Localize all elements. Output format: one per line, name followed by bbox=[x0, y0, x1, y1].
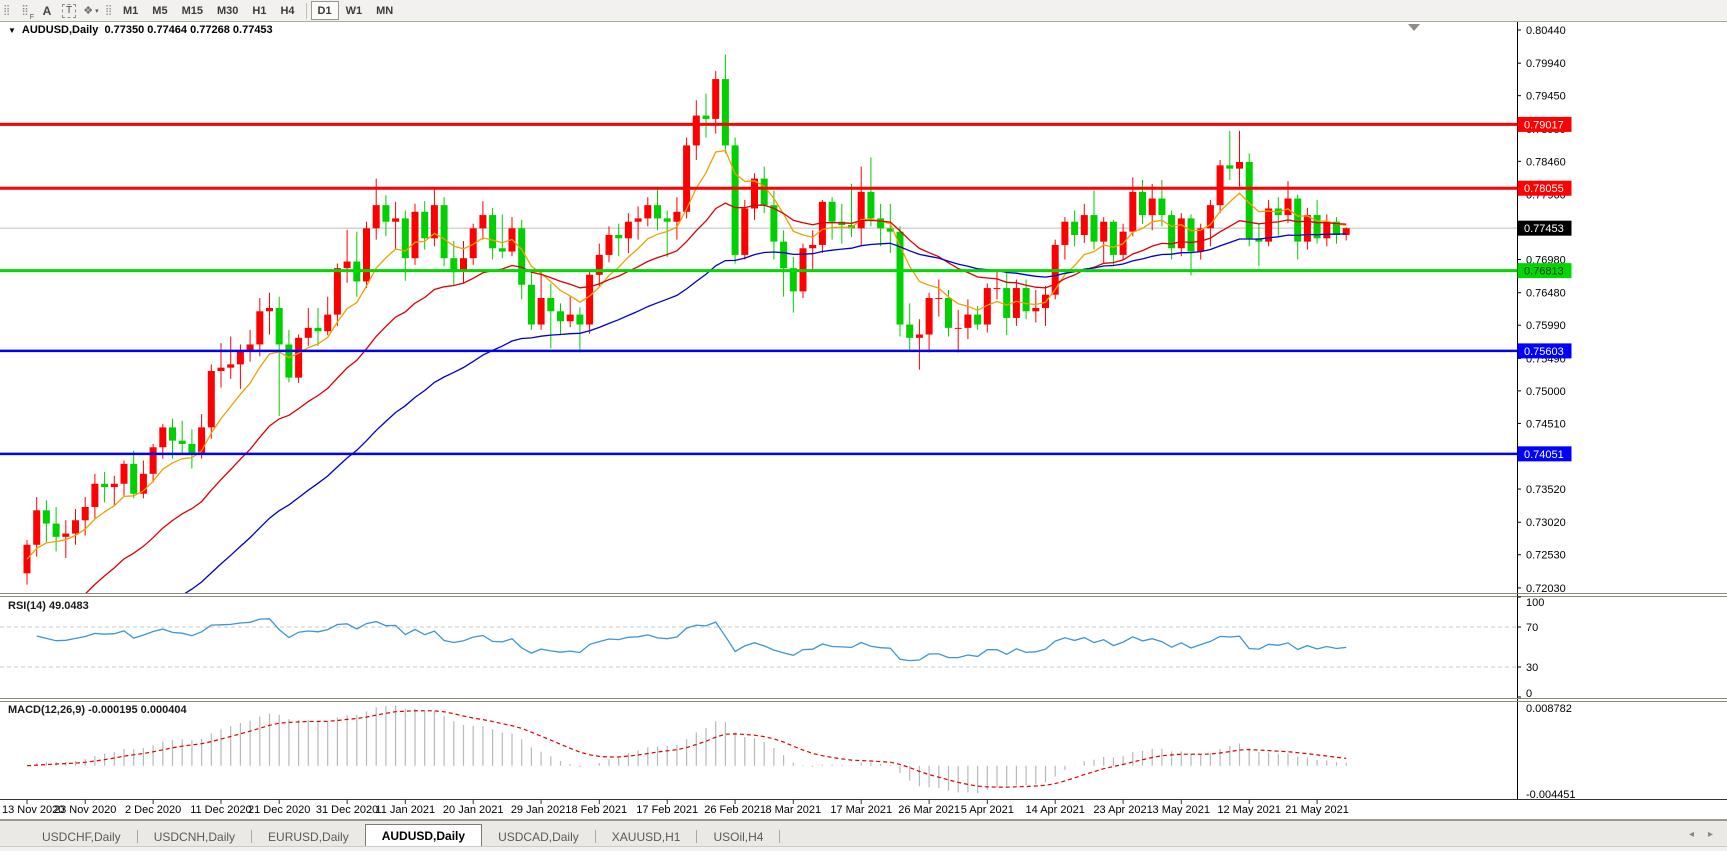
svg-text:26 Mar 2021: 26 Mar 2021 bbox=[898, 804, 960, 816]
chart-tab-usdcad[interactable]: USDCAD,Daily bbox=[482, 826, 595, 847]
svg-text:0.74510: 0.74510 bbox=[1526, 418, 1566, 430]
svg-text:70: 70 bbox=[1526, 622, 1538, 634]
toolbar-grip-icon[interactable]: ⣿ bbox=[105, 4, 113, 18]
svg-text:0.79450: 0.79450 bbox=[1526, 91, 1566, 103]
chart-tab-audusd[interactable]: AUDUSD,Daily bbox=[364, 824, 483, 847]
svg-text:23 Nov 2020: 23 Nov 2020 bbox=[54, 804, 116, 816]
svg-text:31 Dec 2020: 31 Dec 2020 bbox=[316, 804, 378, 816]
svg-text:0.78055: 0.78055 bbox=[1524, 183, 1564, 195]
chart-tab-eurusd[interactable]: EURUSD,Daily bbox=[252, 826, 365, 847]
tab-scroll-right-icon[interactable]: ▸ bbox=[1708, 829, 1713, 840]
arrows-icon: ❖ bbox=[83, 5, 94, 17]
macd-indicator-label: MACD(12,26,9) -0.000195 0.000404 bbox=[8, 704, 187, 716]
svg-text:2 Dec 2020: 2 Dec 2020 bbox=[125, 804, 181, 816]
timeframe-button-d1[interactable]: D1 bbox=[310, 1, 339, 20]
svg-text:0.74051: 0.74051 bbox=[1524, 449, 1564, 461]
ohlc-values: 0.77350 0.77464 0.77268 0.77453 bbox=[104, 24, 273, 36]
svg-text:0.75603: 0.75603 bbox=[1524, 346, 1564, 358]
svg-text:20 Jan 2021: 20 Jan 2021 bbox=[443, 804, 504, 816]
svg-text:14 Apr 2021: 14 Apr 2021 bbox=[1026, 804, 1085, 816]
text-box-button[interactable]: T bbox=[59, 2, 79, 20]
tab-scroll-controls: ◂ ▸ bbox=[1689, 821, 1727, 847]
svg-text:0.77453: 0.77453 bbox=[1524, 223, 1564, 235]
svg-text:23 Apr 2021: 23 Apr 2021 bbox=[1093, 804, 1152, 816]
timeframe-button-mn[interactable]: MN bbox=[369, 1, 400, 20]
chart-tab-usdcnh[interactable]: USDCNH,Daily bbox=[138, 826, 251, 847]
svg-text:30: 30 bbox=[1526, 662, 1538, 674]
svg-text:8 Feb 2021: 8 Feb 2021 bbox=[571, 804, 627, 816]
svg-text:21 Dec 2020: 21 Dec 2020 bbox=[248, 804, 310, 816]
svg-text:29 Jan 2021: 29 Jan 2021 bbox=[511, 804, 572, 816]
svg-text:3 May 2021: 3 May 2021 bbox=[1153, 804, 1210, 816]
symbol-dropdown-icon[interactable]: ▼ bbox=[8, 26, 16, 35]
toolbar-grip-icon[interactable]: ⣿ bbox=[3, 4, 11, 18]
svg-text:0.72530: 0.72530 bbox=[1526, 550, 1566, 562]
grid-f-label: F bbox=[29, 13, 34, 21]
timeframe-button-m1[interactable]: M1 bbox=[116, 1, 145, 20]
svg-text:0.80440: 0.80440 bbox=[1526, 25, 1566, 37]
chart-tab-usoil[interactable]: USOil,H4 bbox=[697, 826, 779, 847]
mt4-window: ⣿ ⣿ F A T ❖ ▾ ⣿ M1 M5 M15 M30 H1 H4 D1 W1 MN 0.8… bbox=[0, 0, 1727, 851]
symbol-label: AUDUSD,Daily bbox=[21, 24, 99, 36]
svg-text:5 Apr 2021: 5 Apr 2021 bbox=[961, 804, 1014, 816]
rsi-indicator-label: RSI(14) 49.0483 bbox=[8, 600, 89, 612]
chart-tabbar: USDCHF,Daily USDCNH,Daily EURUSD,Daily AUDU… bbox=[0, 820, 1727, 847]
svg-text:0.72030: 0.72030 bbox=[1526, 583, 1566, 595]
timeframe-toolbar: M1 M5 M15 M30 H1 H4 D1 W1 MN bbox=[116, 1, 400, 20]
svg-text:0.78460: 0.78460 bbox=[1526, 156, 1566, 168]
chevron-down-icon: ▾ bbox=[95, 7, 99, 15]
svg-text:100: 100 bbox=[1526, 597, 1544, 609]
timeframe-button-m15[interactable]: M15 bbox=[175, 1, 210, 20]
svg-text:0.75990: 0.75990 bbox=[1526, 320, 1566, 332]
svg-text:8 Mar 2021: 8 Mar 2021 bbox=[765, 804, 821, 816]
timeframe-button-w1[interactable]: W1 bbox=[339, 1, 370, 20]
svg-text:17 Mar 2021: 17 Mar 2021 bbox=[830, 804, 892, 816]
chart-tab-xauusd[interactable]: XAUUSD,H1 bbox=[596, 826, 697, 847]
svg-text:12 May 2021: 12 May 2021 bbox=[1217, 804, 1281, 816]
tab-scroll-left-icon[interactable]: ◂ bbox=[1689, 829, 1694, 840]
objects-arrows-button[interactable]: ❖ ▾ bbox=[81, 2, 101, 20]
timeframe-button-h1[interactable]: H1 bbox=[245, 1, 273, 20]
timeframe-button-m5[interactable]: M5 bbox=[145, 1, 174, 20]
letter-a-icon: A bbox=[42, 3, 52, 18]
grid-icon: ⣿ bbox=[21, 5, 29, 16]
text-label-button[interactable]: A bbox=[37, 2, 57, 20]
svg-text:0.76480: 0.76480 bbox=[1526, 288, 1566, 300]
svg-text:17 Feb 2021: 17 Feb 2021 bbox=[636, 804, 698, 816]
svg-text:21 May 2021: 21 May 2021 bbox=[1285, 804, 1349, 816]
svg-text:0: 0 bbox=[1526, 688, 1532, 700]
svg-text:0.75000: 0.75000 bbox=[1526, 386, 1566, 398]
letter-t-icon: T bbox=[61, 3, 77, 18]
status-bar bbox=[0, 846, 1727, 851]
price-chart-canvas[interactable]: 0.804400.799400.794500.789500.784600.779… bbox=[0, 0, 1727, 851]
svg-text:11 Dec 2020: 11 Dec 2020 bbox=[190, 804, 252, 816]
timeframe-button-h4[interactable]: H4 bbox=[273, 1, 301, 20]
toolbar: ⣿ ⣿ F A T ❖ ▾ ⣿ M1 M5 M15 M30 H1 H4 D1 W1 MN bbox=[0, 0, 1727, 22]
svg-text:0.76813: 0.76813 bbox=[1524, 266, 1564, 278]
timeframe-button-m30[interactable]: M30 bbox=[210, 1, 245, 20]
chart-tab-usdchf[interactable]: USDCHF,Daily bbox=[26, 826, 137, 847]
svg-text:0.008782: 0.008782 bbox=[1526, 703, 1572, 715]
svg-text:0.73020: 0.73020 bbox=[1526, 517, 1566, 529]
indicator-grid-button[interactable]: ⣿ F bbox=[15, 2, 35, 21]
svg-text:0.79940: 0.79940 bbox=[1526, 58, 1566, 70]
svg-text:0.79017: 0.79017 bbox=[1524, 119, 1564, 131]
svg-text:0.73520: 0.73520 bbox=[1526, 484, 1566, 496]
svg-text:26 Feb 2021: 26 Feb 2021 bbox=[704, 804, 766, 816]
svg-text:-0.004451: -0.004451 bbox=[1526, 789, 1576, 801]
svg-text:11 Jan 2021: 11 Jan 2021 bbox=[375, 804, 435, 816]
chart-title: ▼ AUDUSD,Daily 0.77350 0.77464 0.77268 0.… bbox=[8, 24, 273, 36]
